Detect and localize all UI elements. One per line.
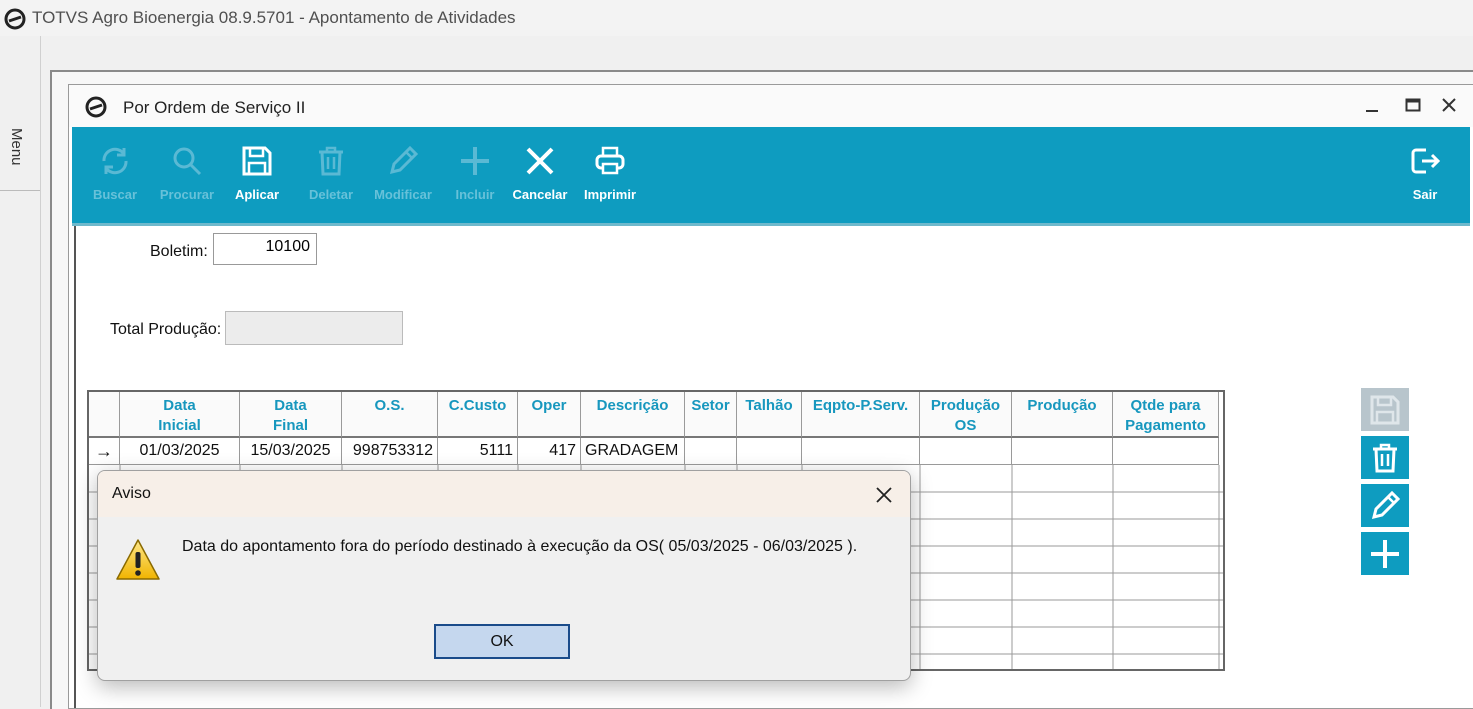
cancelar-label: Cancelar (512, 187, 568, 202)
ok-button[interactable]: OK (434, 624, 570, 659)
warning-icon (116, 539, 160, 580)
menu-tab[interactable]: Menu (8, 128, 25, 166)
dialog-title: Aviso (112, 485, 151, 502)
save-icon (1370, 395, 1400, 424)
divider (0, 190, 40, 191)
table-cell[interactable]: 15/03/2025 (240, 438, 342, 465)
sair-button[interactable]: Sair (1398, 127, 1452, 223)
window-title: Por Ordem de Serviço II (123, 98, 306, 117)
table-cell[interactable] (737, 438, 802, 465)
col-setor[interactable]: Setor (685, 392, 737, 438)
col-data-inicial[interactable]: Data Inicial (120, 392, 240, 438)
aplicar-button[interactable]: Aplicar (230, 127, 284, 223)
col-descricao[interactable]: Descrição (581, 392, 685, 438)
side-delete-button[interactable] (1361, 436, 1409, 479)
buscar-label: Buscar (92, 187, 138, 202)
maximize-icon[interactable] (1401, 93, 1425, 117)
deletar-button[interactable]: Deletar (304, 127, 358, 223)
plus-icon (455, 141, 495, 181)
sair-label: Sair (1412, 187, 1438, 202)
imprimir-button[interactable]: Imprimir (578, 127, 642, 223)
aplicar-label: Aplicar (234, 187, 280, 202)
printer-icon (590, 141, 630, 181)
exit-icon (1405, 141, 1445, 181)
pencil-icon (383, 141, 423, 181)
dialog-titlebar: Aviso (98, 471, 910, 517)
totvs-logo-icon (4, 8, 26, 30)
imprimir-label: Imprimir (583, 187, 636, 202)
trash-icon (1373, 443, 1397, 472)
deletar-label: Deletar (308, 187, 354, 202)
col-ccusto[interactable]: C.Custo (438, 392, 518, 438)
col-data-final[interactable]: Data Final (240, 392, 342, 438)
table-cell[interactable]: GRADAGEM (581, 438, 685, 465)
table-cell[interactable]: 998753312 (342, 438, 438, 465)
col-os[interactable]: O.S. (342, 392, 438, 438)
procurar-label: Procurar (159, 187, 215, 202)
table-cell[interactable]: 5111 (438, 438, 518, 465)
col-oper[interactable]: Oper (518, 392, 581, 438)
incluir-button[interactable]: Incluir (448, 127, 502, 223)
side-edit-button[interactable] (1361, 484, 1409, 527)
boletim-label: Boletim: (150, 243, 208, 260)
toolbar: Buscar Procurar Aplicar Deletar Modifica… (72, 127, 1470, 226)
plus-icon (1371, 539, 1399, 568)
side-add-button[interactable] (1361, 532, 1409, 575)
col-producao[interactable]: Produção (1012, 392, 1113, 438)
pencil-icon (1371, 490, 1401, 519)
table-cell[interactable] (920, 438, 1012, 465)
side-save-button[interactable] (1361, 388, 1409, 431)
totvs-logo-icon (85, 96, 107, 118)
procurar-button[interactable]: Procurar (156, 127, 218, 223)
minimize-icon[interactable] (1360, 93, 1384, 117)
close-icon[interactable] (870, 481, 898, 509)
window-titlebar: Por Ordem de Serviço II (69, 85, 1473, 127)
refresh-icon (95, 141, 135, 181)
x-icon (520, 141, 560, 181)
total-producao-label: Total Produção: (110, 321, 222, 338)
table-cell[interactable] (1012, 438, 1113, 465)
trash-icon (311, 141, 351, 181)
col-qtde-pagamento[interactable]: Qtde para Pagamento (1113, 392, 1219, 438)
cancelar-button[interactable]: Cancelar (508, 127, 572, 223)
menu-strip: Menu (0, 36, 41, 707)
current-row-arrow-icon: → (89, 438, 120, 465)
app-titlebar: TOTVS Agro Bioenergia 08.9.5701 - Aponta… (0, 0, 1473, 36)
table-cell[interactable] (802, 438, 920, 465)
modificar-label: Modificar (374, 187, 432, 202)
row-indicator-header (89, 392, 120, 438)
table-cell[interactable] (1113, 438, 1219, 465)
total-producao-field (225, 311, 403, 345)
buscar-button[interactable]: Buscar (88, 127, 142, 223)
col-producao-os[interactable]: Produção OS (920, 392, 1012, 438)
dialog-message: Data do apontamento fora do período dest… (182, 538, 858, 555)
modificar-button[interactable]: Modificar (370, 127, 436, 223)
col-eqpto[interactable]: Eqpto-P.Serv. (802, 392, 920, 438)
save-icon (237, 141, 277, 181)
warning-dialog: Aviso Data do apontamento fora do períod… (97, 470, 911, 681)
table-cell[interactable]: 01/03/2025 (120, 438, 240, 465)
incluir-label: Incluir (455, 187, 495, 202)
app-title: TOTVS Agro Bioenergia 08.9.5701 - Aponta… (32, 8, 516, 27)
col-talhao[interactable]: Talhão (737, 392, 802, 438)
boletim-field[interactable]: 10100 (213, 233, 317, 265)
search-icon (167, 141, 207, 181)
table-cell[interactable]: 417 (518, 438, 581, 465)
table-cell[interactable] (685, 438, 737, 465)
close-icon[interactable] (1437, 93, 1461, 117)
